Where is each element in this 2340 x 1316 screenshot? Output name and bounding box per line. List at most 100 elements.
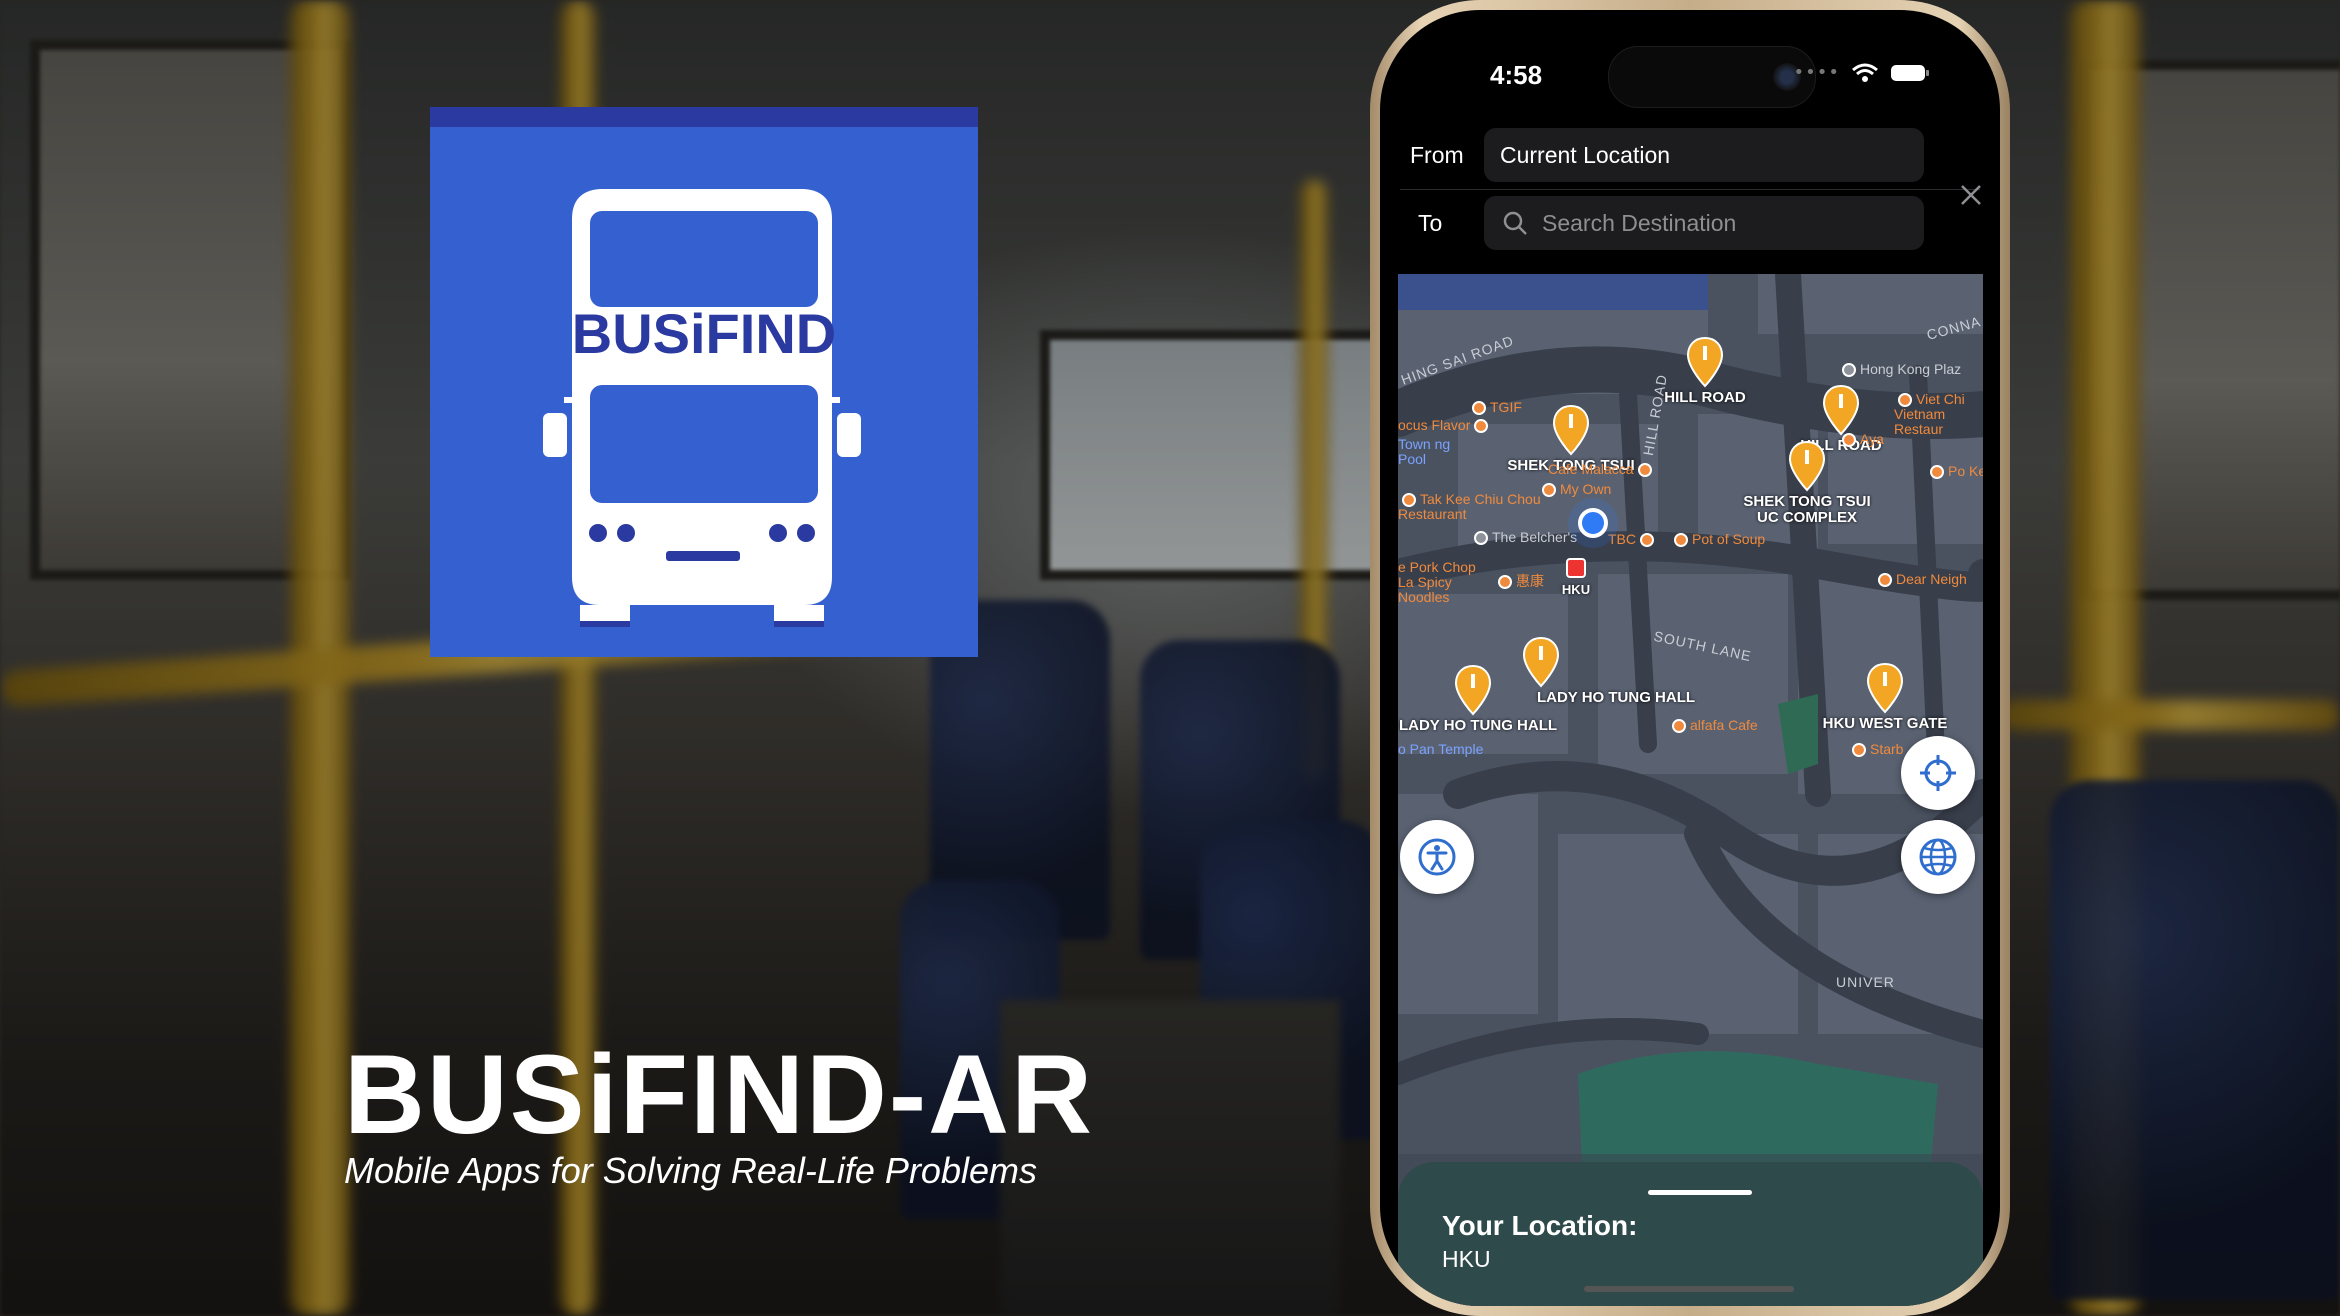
bus-stop-pin-icon <box>1552 404 1590 456</box>
bus-stop-pin-icon <box>1686 336 1724 388</box>
restaurant-icon <box>1674 533 1688 548</box>
poi-marker[interactable]: The Belcher's <box>1470 529 1578 546</box>
sheet-grabber[interactable] <box>1648 1190 1752 1195</box>
poi-marker[interactable]: Dear Neigh <box>1874 571 1967 588</box>
bus-stop-label: LADY HO TUNG HALL <box>1398 717 1558 734</box>
poi-label: Pot of Soup <box>1692 531 1766 547</box>
poi-marker[interactable]: Po Ke <box>1926 463 1983 480</box>
restaurant-icon <box>1878 573 1892 588</box>
restaurant-icon <box>1898 393 1912 408</box>
bus-stop-label: SHEK TONG TSUI UC COMPLEX <box>1743 493 1871 526</box>
globe-button[interactable] <box>1901 820 1975 894</box>
bus-stop-pin-icon <box>1454 664 1492 716</box>
user-location-dot <box>1578 508 1608 538</box>
poi-marker[interactable]: Pot of Soup <box>1670 531 1766 548</box>
cafe-icon <box>1672 719 1686 734</box>
poi-label: Tak Kee Chiu Chou Restaurant <box>1398 491 1541 523</box>
restaurant-icon <box>1474 419 1489 434</box>
restaurant-icon <box>1640 533 1654 548</box>
restaurant-icon <box>1402 493 1416 508</box>
accessibility-icon <box>1418 838 1456 876</box>
restaurant-icon <box>1930 465 1944 480</box>
hku-landmark-icon <box>1566 558 1586 578</box>
app-icon: BUSiFIND <box>430 107 978 657</box>
destination-search-field[interactable]: Search Destination <box>1484 196 1924 250</box>
poi-marker[interactable]: Hong Kong Plaz <box>1838 361 1962 378</box>
bus-stop-label: LADY HO TUNG HALL <box>1536 689 1696 706</box>
shopping-icon <box>1842 363 1856 378</box>
poi-marker[interactable]: Aya <box>1838 431 1884 448</box>
dynamic-island <box>1608 46 1816 108</box>
poi-label: Starb <box>1870 741 1904 757</box>
landmark-label: HKU <box>1561 582 1591 597</box>
landmark-icon <box>1474 531 1488 546</box>
app-icon-text: BUSiFIND <box>571 302 837 365</box>
poi-label: TBC <box>1608 531 1636 547</box>
signal-icon: •••• <box>1793 62 1840 83</box>
phone-mockup: 4:58 •••• From Current Location To Searc… <box>1370 0 2010 1316</box>
street-label: UNIVER <box>1836 974 1895 990</box>
from-label: From <box>1410 142 1464 168</box>
poi-marker[interactable]: My Own <box>1538 481 1612 498</box>
bus-stop-pin-icon <box>1866 662 1904 714</box>
sheet-title: Your Location: <box>1442 1210 1638 1241</box>
brand-title: BUSiFIND-AR <box>344 1032 1094 1157</box>
poi-label: e Pork Chop La Spicy Noodles <box>1398 559 1476 605</box>
poi-label: The Belcher's <box>1492 529 1578 545</box>
battery-icon <box>1891 64 1929 81</box>
from-value: Current Location <box>1500 142 1671 168</box>
poi-marker[interactable]: Cafe Malacca <box>1548 461 1656 478</box>
poi-label: Cafe Malacca <box>1548 461 1634 477</box>
poi-marker[interactable]: TGIF <box>1468 399 1522 416</box>
bus-stop-pin-icon <box>1522 636 1560 688</box>
accessibility-button[interactable] <box>1400 820 1474 894</box>
close-icon[interactable] <box>1958 182 1984 208</box>
brand-subtitle: Mobile Apps for Solving Real-Life Proble… <box>344 1150 1037 1191</box>
status-time: 4:58 <box>1490 60 1543 90</box>
poi-marker[interactable]: alfafa Cafe <box>1668 717 1758 734</box>
cafe-icon <box>1852 743 1866 758</box>
divider <box>1400 189 1980 190</box>
status-bar: 4:58 •••• <box>1380 10 2000 130</box>
to-label: To <box>1418 210 1443 236</box>
restaurant-icon <box>1472 401 1486 416</box>
poi-label: o Pan Temple <box>1398 741 1484 757</box>
sheet-location-value: HKU <box>1442 1246 1491 1272</box>
poi-marker[interactable]: Tak Kee Chiu Chou Restaurant <box>1398 491 1548 523</box>
bus-stop-pin-icon <box>1788 440 1826 492</box>
bus-stop-label: HILL ROAD <box>1664 389 1746 406</box>
restaurant-icon <box>1842 433 1856 448</box>
poi-marker[interactable]: ocus Flavor <box>1398 417 1492 434</box>
locate-me-button[interactable] <box>1901 736 1975 810</box>
home-indicator <box>1584 1286 1794 1292</box>
poi-label: Hong Kong Plaz <box>1860 361 1962 377</box>
poi-label: Dear Neigh <box>1896 571 1967 587</box>
poi-marker[interactable]: o Pan Temple <box>1398 742 1483 757</box>
wifi-icon <box>1852 63 1878 82</box>
poi-label: alfafa Cafe <box>1690 717 1758 733</box>
poi-label: 惠康 <box>1516 573 1544 589</box>
poi-label: Town ng Pool <box>1398 436 1451 467</box>
poi-marker[interactable]: Starb <box>1848 741 1904 758</box>
bus-stop-pin-icon <box>1822 384 1860 436</box>
poi-marker[interactable]: Town ng Pool <box>1398 437 1458 467</box>
destination-placeholder: Search Destination <box>1542 210 1737 236</box>
phone-screen: 4:58 •••• From Current Location To Searc… <box>1380 10 2000 1306</box>
map-view[interactable]: HING SAI ROAD HILL ROAD SOUTH LANE CONNA… <box>1398 274 1983 1306</box>
from-field[interactable]: Current Location <box>1484 128 1924 182</box>
globe-icon <box>1919 838 1957 876</box>
poi-label: Aya <box>1860 431 1884 447</box>
poi-label: My Own <box>1560 481 1612 497</box>
location-sheet[interactable]: Your Location: HKU <box>1398 1162 1983 1306</box>
poi-marker[interactable]: e Pork Chop La Spicy Noodles <box>1398 560 1488 605</box>
bus-stop-label: HKU WEST GATE <box>1822 715 1948 732</box>
magnifier-icon <box>1503 211 1527 235</box>
poi-marker[interactable]: TBC <box>1608 531 1658 548</box>
system-icons: •••• <box>1794 62 1930 83</box>
restaurant-icon <box>1498 575 1512 590</box>
poi-label: TGIF <box>1490 399 1522 415</box>
poi-marker[interactable]: Viet Chi Vietnam Restaur <box>1894 391 1983 437</box>
poi-label: ocus Flavor <box>1398 417 1471 433</box>
poi-label: Po Ke <box>1948 463 1983 479</box>
poi-marker[interactable]: 惠康 <box>1494 573 1544 590</box>
